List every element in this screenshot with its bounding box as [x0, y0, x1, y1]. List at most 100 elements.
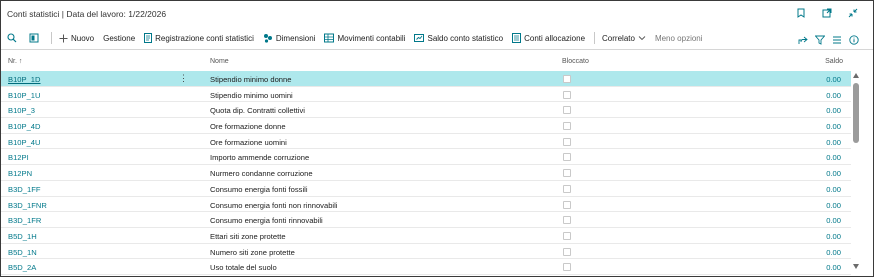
edit-list-button[interactable]: [29, 33, 42, 43]
blocked-checkbox[interactable]: [563, 184, 571, 193]
list-view-icon[interactable]: [832, 32, 842, 50]
account-no-link[interactable]: B10P_4U: [8, 138, 41, 147]
account-no-link[interactable]: B12PI: [8, 153, 29, 162]
blocked-checkbox[interactable]: [563, 216, 571, 225]
table-row[interactable]: B5D_1H Ettari siti zone protette 0.00: [1, 228, 851, 244]
related-menu[interactable]: Correlato: [602, 34, 646, 43]
account-no-link[interactable]: B3D_1FNR: [8, 201, 47, 210]
search-button[interactable]: [7, 33, 20, 43]
search-icon: [7, 33, 17, 43]
account-no-link[interactable]: B3D_1FR: [8, 216, 41, 225]
register-journal-icon: [144, 33, 153, 43]
manage-label: Gestione: [103, 33, 136, 43]
account-no-link[interactable]: B10P_1D: [8, 75, 41, 84]
open-new-window-icon[interactable]: [821, 7, 833, 19]
account-name: Consumo energia fonti non rinnovabili: [210, 200, 338, 210]
plus-icon: [59, 34, 68, 42]
column-header-name[interactable]: Nome: [210, 58, 229, 65]
account-name: Consumo energia fonti rinnovabili: [210, 216, 323, 226]
balance-icon: [414, 34, 425, 42]
balance-value[interactable]: 0.00: [826, 232, 841, 241]
table-row[interactable]: B10P_4U Ore formazione uomini 0.00: [1, 134, 851, 150]
register-statistical-accounts-button[interactable]: Registrazione conti statistici: [144, 33, 254, 43]
account-name: Ettari siti zone protette: [210, 231, 286, 241]
bookmark-icon[interactable]: [795, 7, 807, 19]
blocked-checkbox[interactable]: [563, 106, 571, 115]
account-no-link[interactable]: B10P_1U: [8, 91, 41, 100]
register-label: Registrazione conti statistici: [155, 33, 254, 43]
balance-value[interactable]: 0.00: [826, 216, 841, 225]
balance-value[interactable]: 0.00: [826, 91, 841, 100]
table-row[interactable]: B10P_4D Ore formazione donne 0.00: [1, 118, 851, 134]
ledger-entries-button[interactable]: Movimenti contabili: [324, 33, 405, 43]
account-name: Importo ammende corruzione: [210, 153, 310, 163]
balance-value[interactable]: 0.00: [826, 122, 841, 131]
edit-list-icon: [29, 33, 39, 43]
row-actions-icon[interactable]: ⋮: [179, 73, 188, 84]
blocked-checkbox[interactable]: [563, 169, 571, 178]
balance-value[interactable]: 0.00: [826, 138, 841, 147]
table-row[interactable]: B5D_1N Numero siti zone protette 0.00: [1, 244, 851, 260]
account-name: Nurmero condanne corruzione: [210, 169, 313, 179]
share-icon[interactable]: [798, 32, 808, 50]
account-no-link[interactable]: B5D_2A: [8, 263, 36, 272]
balance-value[interactable]: 0.00: [826, 263, 841, 272]
balance-value[interactable]: 0.00: [826, 75, 841, 84]
table-row[interactable]: B10P_3 Quota dip. Contratti collettivi 0.0…: [1, 102, 851, 119]
account-no-link[interactable]: B10P_3: [8, 106, 35, 115]
scrollbar-thumb[interactable]: [853, 83, 859, 143]
table-row[interactable]: B10P_1D ⋮ Stipendio minimo donne 0.00: [1, 71, 851, 87]
account-no-link[interactable]: B3D_1FF: [8, 185, 41, 194]
table-row[interactable]: B5D_2A Uso totale del suolo 0.00: [1, 259, 851, 275]
table-row[interactable]: B3D_1FNR Consumo energia fonti non rinnov…: [1, 197, 851, 213]
account-name: Numero siti zone protette: [210, 247, 295, 257]
statistical-balance-button[interactable]: Saldo conto statistico: [414, 33, 503, 43]
blocked-checkbox[interactable]: [563, 153, 571, 162]
balance-value[interactable]: 0.00: [826, 185, 841, 194]
blocked-checkbox[interactable]: [563, 137, 571, 146]
balance-value[interactable]: 0.00: [826, 153, 841, 162]
account-name: Stipendio minimo donne: [210, 75, 292, 84]
blocked-checkbox[interactable]: [563, 247, 571, 256]
scroll-up-arrow-icon[interactable]: [853, 73, 859, 78]
column-header-balance[interactable]: Saldo: [825, 58, 843, 65]
table-row[interactable]: B10P_1U Stipendio minimo uomini 0.00: [1, 87, 851, 103]
ledger-entries-icon: [324, 33, 335, 43]
table-row[interactable]: B12PI Importo ammende corruzione 0.00: [1, 149, 851, 166]
column-header-blocked[interactable]: Bloccato: [562, 58, 589, 65]
blocked-checkbox[interactable]: [563, 90, 571, 99]
account-name: Stipendio minimo uomini: [210, 90, 293, 100]
account-no-link[interactable]: B5D_1N: [8, 248, 37, 257]
table-row[interactable]: B3D_1FR Consumo energia fonti rinnovabili…: [1, 212, 851, 228]
dimensions-button[interactable]: Dimensioni: [263, 33, 315, 43]
table-header: Nr. ↑ Nome Bloccato Saldo: [1, 58, 873, 70]
blocked-checkbox[interactable]: [563, 263, 571, 272]
info-icon[interactable]: [849, 32, 859, 50]
account-no-link[interactable]: B10P_4D: [8, 122, 41, 131]
vertical-scrollbar[interactable]: [853, 71, 859, 271]
blocked-checkbox[interactable]: [563, 200, 571, 209]
balance-value[interactable]: 0.00: [826, 248, 841, 257]
account-name: Consumo energia fonti fossili: [210, 184, 308, 194]
filter-icon[interactable]: [814, 32, 826, 50]
toolbar-divider: [1, 49, 873, 50]
table-row[interactable]: B12PN Nurmero condanne corruzione 0.00: [1, 165, 851, 181]
account-no-link[interactable]: B5D_1H: [8, 232, 37, 241]
manage-menu[interactable]: Gestione: [103, 34, 135, 43]
balance-value[interactable]: 0.00: [826, 201, 841, 210]
fewer-options-button[interactable]: Meno opzioni: [655, 34, 703, 43]
allocation-accounts-button[interactable]: Conti allocazione: [512, 33, 585, 43]
blocked-checkbox[interactable]: [563, 231, 571, 240]
title-bar: Conti statistici | Data del lavoro: 1/22…: [1, 1, 873, 27]
new-button[interactable]: Nuovo: [59, 34, 94, 43]
column-header-no[interactable]: Nr. ↑: [8, 58, 22, 65]
blocked-checkbox[interactable]: [563, 75, 571, 83]
collapse-icon[interactable]: [847, 7, 859, 19]
scroll-down-arrow-icon[interactable]: [853, 264, 859, 269]
account-no-link[interactable]: B12PN: [8, 169, 32, 178]
balance-value[interactable]: 0.00: [826, 169, 841, 178]
balance-value[interactable]: 0.00: [826, 106, 841, 115]
account-name: Quota dip. Contratti collettivi: [210, 106, 305, 116]
table-row[interactable]: B3D_1FF Consumo energia fonti fossili 0.00: [1, 181, 851, 197]
blocked-checkbox[interactable]: [563, 122, 571, 131]
